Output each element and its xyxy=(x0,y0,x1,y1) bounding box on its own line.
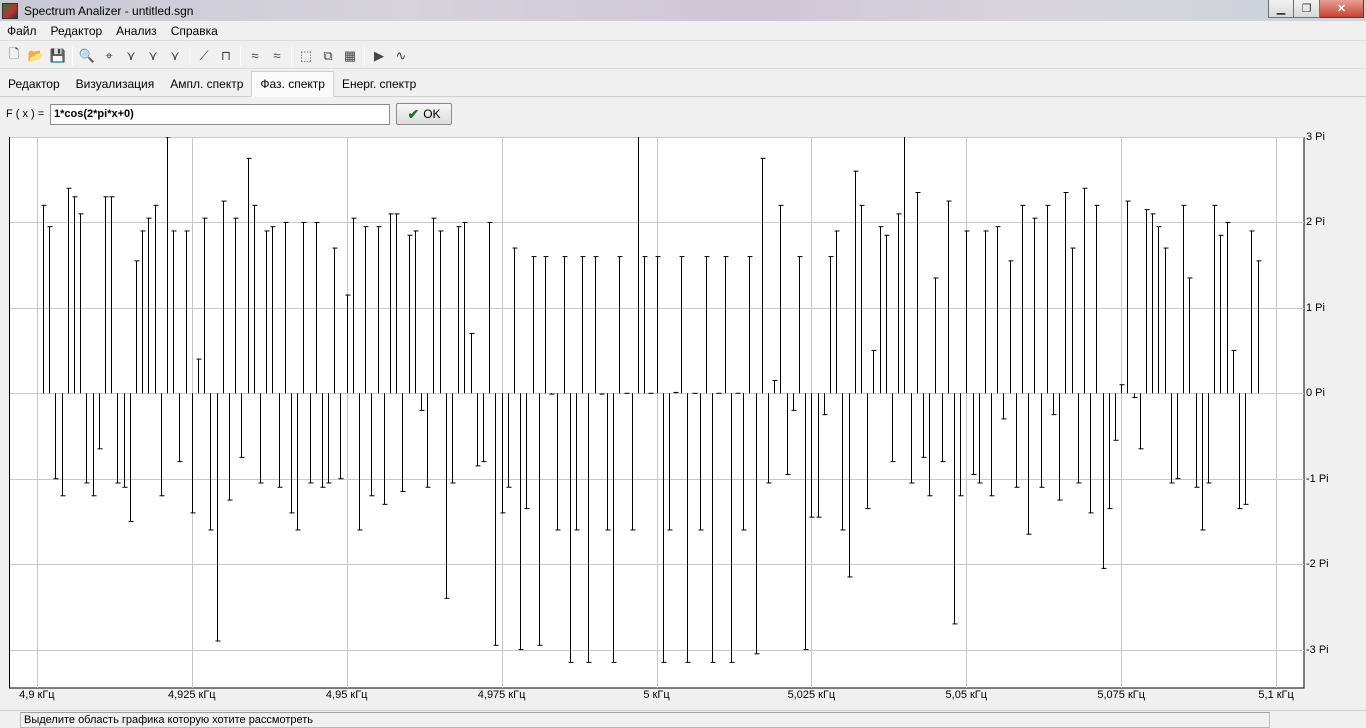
minimize-button[interactable]: ▁ xyxy=(1268,0,1294,18)
ok-label: OK xyxy=(423,107,441,121)
open-icon[interactable]: 📂 xyxy=(25,45,47,67)
y-tick-label: 0 Pi xyxy=(1306,387,1325,400)
signal-icon[interactable]: ∿ xyxy=(390,45,412,67)
menu-editor[interactable]: Редактор xyxy=(44,24,110,38)
toolbar: 🗋 📂 💾 🔍 ⌖ ⋎ ⋎ ⋎ ⟋ ⊓ ≈ ≈ ⬚ ⧉ ▦ ▶ ∿ xyxy=(0,43,1366,69)
save-icon[interactable]: 💾 xyxy=(47,45,69,67)
toolbar-separator xyxy=(291,46,292,65)
formula-input[interactable] xyxy=(50,103,390,125)
zoom-fit-icon[interactable]: ⧉ xyxy=(317,45,339,67)
x-tick-label: 4,925 кГц xyxy=(167,689,216,701)
x-tick-label: 4,9 кГц xyxy=(19,689,55,701)
x-tick-label: 5,025 кГц xyxy=(787,689,836,701)
y-tick-label: 3 Pi xyxy=(1306,131,1325,143)
menu-analysis[interactable]: Анализ xyxy=(109,24,164,38)
y-tick-label: 1 Pi xyxy=(1306,301,1325,314)
app-icon xyxy=(2,2,18,19)
window-title: Spectrum Analizer - untitled.sgn xyxy=(24,3,194,18)
formula-row: F ( x ) = ✔ OK xyxy=(0,100,1366,128)
window-controls: ▁ ❐ ✕ xyxy=(1268,0,1364,18)
x-tick-label: 4,975 кГц xyxy=(477,689,526,701)
menu-file[interactable]: Файл xyxy=(0,24,44,38)
status-bar: Выделите область графика которую хотите … xyxy=(0,710,1366,728)
chart-svg[interactable] xyxy=(9,137,1306,690)
menu-help[interactable]: Справка xyxy=(164,24,225,38)
tab-strip: Редактор Визуализация Ампл. спектр Фаз. … xyxy=(0,71,1366,97)
phase-spectrum-chart[interactable] xyxy=(9,137,1306,690)
zoom-icon[interactable]: 🔍 xyxy=(76,45,98,67)
formula-label: F ( x ) = xyxy=(6,108,45,120)
zoom-region-icon[interactable]: ⬚ xyxy=(295,45,317,67)
tab-phase-spectrum[interactable]: Фаз. спектр xyxy=(251,71,334,97)
check-icon: ✔ xyxy=(407,105,420,122)
export-icon[interactable]: ▦ xyxy=(339,45,361,67)
x-tick-label: 5,1 кГц xyxy=(1258,689,1294,701)
play-icon[interactable]: ▶ xyxy=(368,45,390,67)
x-tick-label: 4,95 кГц xyxy=(325,689,368,701)
hand-icon[interactable]: ⊓ xyxy=(215,45,237,67)
line-icon[interactable]: ⟋ xyxy=(193,45,215,67)
tool-b-icon[interactable]: ⋎ xyxy=(142,45,164,67)
y-tick-label: -2 Pi xyxy=(1306,558,1329,571)
wave-b-icon[interactable]: ≈ xyxy=(266,45,288,67)
toolbar-separator xyxy=(240,46,241,65)
x-tick-label: 5,075 кГц xyxy=(1097,689,1146,701)
tab-amplitude-spectrum[interactable]: Ампл. спектр xyxy=(162,72,251,96)
toolbar-separator xyxy=(189,46,190,65)
y-tick-label: -1 Pi xyxy=(1306,472,1329,485)
menu-bar: Файл Редактор Анализ Справка xyxy=(0,21,1366,41)
maximize-button[interactable]: ❐ xyxy=(1294,0,1320,18)
close-button[interactable]: ✕ xyxy=(1320,0,1364,18)
tab-editor[interactable]: Редактор xyxy=(0,72,68,96)
tab-energy-spectrum[interactable]: Енерг. спектр xyxy=(334,72,424,96)
x-tick-label: 5 кГц xyxy=(643,689,670,701)
x-tick-label: 5,05 кГц xyxy=(945,689,988,701)
tool-c-icon[interactable]: ⋎ xyxy=(164,45,186,67)
y-tick-label: -3 Pi xyxy=(1306,643,1329,656)
toolbar-separator xyxy=(364,46,365,65)
toolbar-separator xyxy=(72,46,73,65)
new-icon[interactable]: 🗋 xyxy=(3,45,25,67)
ok-button[interactable]: ✔ OK xyxy=(396,103,452,125)
status-text: Выделите область графика которую хотите … xyxy=(20,712,1270,728)
tab-visualization[interactable]: Визуализация xyxy=(68,72,163,96)
crosshair-icon[interactable]: ⌖ xyxy=(98,45,120,67)
title-bar: Spectrum Analizer - untitled.sgn ▁ ❐ ✕ xyxy=(0,0,1366,21)
tool-a-icon[interactable]: ⋎ xyxy=(120,45,142,67)
wave-a-icon[interactable]: ≈ xyxy=(244,45,266,67)
y-tick-label: 2 Pi xyxy=(1306,216,1325,229)
